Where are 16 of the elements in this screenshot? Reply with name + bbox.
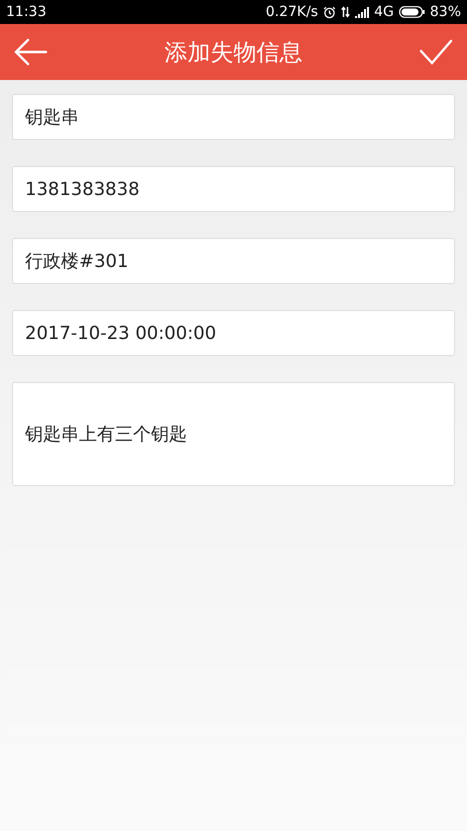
signal-icon	[355, 6, 370, 18]
input-field[interactable]: 2017-10-23 00:00:00	[12, 310, 455, 356]
description-field[interactable]: 钥匙串上有三个钥匙	[12, 382, 455, 486]
checkmark-icon	[419, 39, 453, 65]
page-title: 添加失物信息	[164, 38, 302, 68]
input-field[interactable]: 钥匙串	[12, 94, 455, 140]
input-field[interactable]: 1381383838	[12, 166, 455, 212]
battery-percent: 83%	[430, 4, 461, 20]
data-transfer-icon	[341, 6, 350, 18]
alarm-clock-icon	[323, 6, 336, 18]
battery-icon	[398, 6, 425, 18]
network-type: 4G	[374, 4, 394, 20]
network-speed: 0.27K/s	[266, 4, 318, 20]
input-field[interactable]: 行政楼#301	[12, 238, 455, 284]
clock-time: 11:33	[6, 4, 46, 20]
back-arrow-icon	[14, 38, 48, 66]
